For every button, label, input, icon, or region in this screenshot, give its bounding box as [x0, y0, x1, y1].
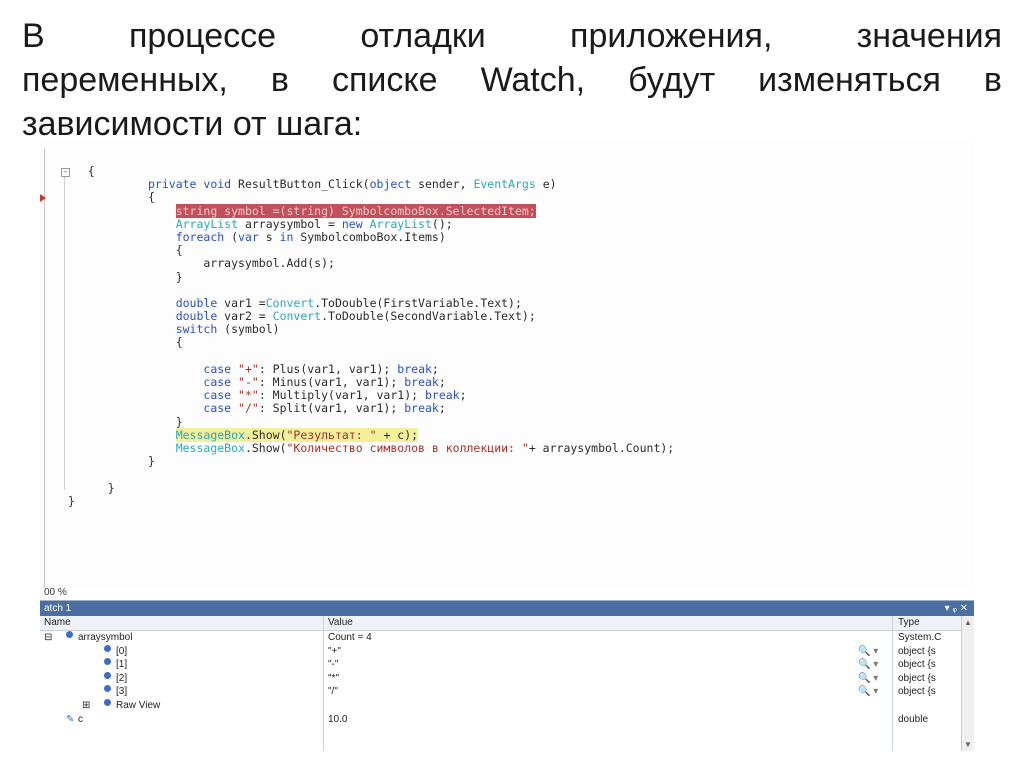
watch-column-header: Name Value Type: [40, 616, 974, 631]
watch-type: object {s: [898, 645, 936, 657]
watch-row[interactable]: ⊞ Raw View: [40, 699, 974, 713]
visualizer-icon[interactable]: 🔍 ▾: [858, 658, 878, 672]
scroll-down-icon[interactable]: ▼: [964, 740, 972, 749]
window-controls-icon[interactable]: ▾ ᵩ ✕: [945, 601, 968, 616]
code-line[interactable]: [148, 284, 674, 297]
code-line[interactable]: private void ResultButton_Click(object s…: [148, 177, 674, 191]
code-line[interactable]: MessageBox.Show("Количество символов в к…: [148, 441, 675, 455]
visualizer-icon[interactable]: 🔍 ▾: [858, 685, 878, 699]
watch-row[interactable]: [0] "+" 🔍 ▾ object {s: [40, 644, 974, 659]
watch-name: [1]: [116, 659, 128, 671]
watch-window: atch 1 ▾ ᵩ ✕ Name Value Type ⊟ arraysymbo…: [40, 600, 974, 751]
watch-name: [3]: [116, 686, 128, 698]
code-line[interactable]: ArrayList arraysymbol = new ArrayList();: [148, 217, 674, 231]
expand-icon[interactable]: ⊞: [82, 699, 90, 713]
watch-title: atch 1: [44, 603, 72, 614]
watch-type: object {s: [898, 659, 936, 671]
code-line[interactable]: }: [148, 270, 674, 284]
column-type[interactable]: Type: [898, 617, 920, 628]
watch-value[interactable]: "+": [328, 645, 341, 659]
code-line[interactable]: {: [148, 191, 674, 204]
watch-value[interactable]: "/": [328, 685, 338, 699]
code-line[interactable]: }: [148, 454, 674, 468]
watch-type: object {s: [898, 686, 936, 698]
code-view[interactable]: {private void ResultButton_Click(object …: [68, 164, 675, 508]
watch-row[interactable]: [3] "/" 🔍 ▾ object {s: [40, 685, 974, 699]
watch-value[interactable]: Count = 4: [328, 631, 372, 645]
code-line[interactable]: [80, 468, 674, 481]
heading-line-2: переменных, в списке Watch, будут изменя…: [22, 61, 1002, 99]
watch-name: [0]: [116, 645, 128, 657]
zoom-level[interactable]: 00 %: [44, 587, 67, 598]
watch-type: object {s: [898, 672, 936, 684]
slide-heading: В процессе отладки приложения, значения …: [22, 14, 1002, 146]
visualizer-icon[interactable]: 🔍 ▾: [858, 672, 878, 686]
watch-row[interactable]: [1] "-" 🔍 ▾ object {s: [40, 658, 974, 672]
code-line[interactable]: }: [68, 494, 674, 508]
watch-row[interactable]: [2] "*" 🔍 ▾ object {s: [40, 671, 974, 686]
editor-margin: [44, 148, 45, 588]
watch-name: arraysymbol: [78, 632, 133, 643]
column-name[interactable]: Name: [44, 617, 71, 628]
watch-value[interactable]: 10.0: [328, 713, 347, 727]
watch-scrollbar[interactable]: ▲ ▼: [961, 616, 974, 751]
heading-line-1: В процессе отладки приложения, значения: [22, 17, 1002, 55]
code-line[interactable]: }: [80, 481, 674, 495]
watch-value[interactable]: "*": [328, 672, 339, 686]
code-line[interactable]: arraysymbol.Add(s);: [148, 257, 674, 270]
watch-name: [2]: [116, 672, 128, 684]
outline-guide: [64, 168, 65, 490]
code-line[interactable]: {: [148, 336, 674, 349]
code-line[interactable]: case "/": Split(var1, var1); break;: [148, 402, 674, 415]
watch-type: System.C: [898, 632, 942, 643]
collapse-icon[interactable]: ⊟: [44, 631, 52, 645]
code-line[interactable]: foreach (var s in SymbolcomboBox.Items): [148, 230, 674, 244]
column-value[interactable]: Value: [328, 617, 353, 628]
watch-type: double: [898, 713, 929, 725]
watch-titlebar: atch 1 ▾ ᵩ ✕: [40, 601, 974, 616]
code-line[interactable]: switch (symbol): [148, 323, 674, 336]
breakpoint-marker-icon: [40, 194, 46, 202]
watch-row[interactable]: ⊟ arraysymbol Count = 4 System.C: [40, 631, 974, 645]
watch-row[interactable]: ✎ c 10.0 double: [40, 713, 974, 727]
visualizer-icon[interactable]: 🔍 ▾: [858, 645, 878, 659]
watch-name: c: [78, 713, 83, 725]
watch-name: Raw View: [116, 700, 161, 711]
watch-value[interactable]: "-": [328, 658, 338, 672]
scroll-up-icon[interactable]: ▲: [964, 618, 972, 627]
